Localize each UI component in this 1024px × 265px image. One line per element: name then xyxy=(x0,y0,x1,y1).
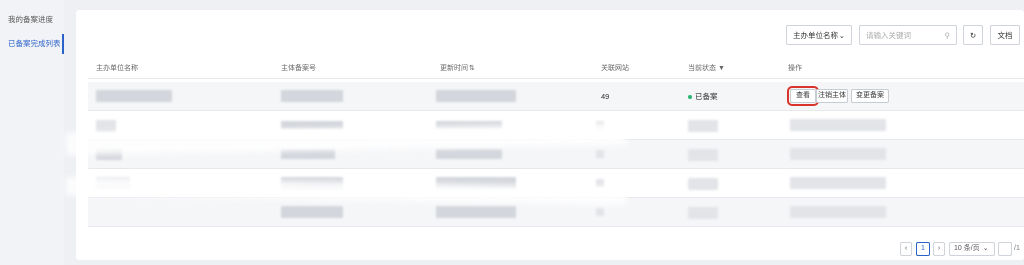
chevron-down-icon: ⌄ xyxy=(838,30,845,40)
column-header-status[interactable]: 当前状态 ▼ xyxy=(688,63,725,73)
redacted-cell xyxy=(596,150,604,158)
column-header-update-time[interactable]: 更新时间⇅ xyxy=(440,63,475,73)
table-row: 49 已备案 查看 注销主体 变更备案 xyxy=(88,82,1024,110)
column-header-org-name: 主办单位名称 xyxy=(96,65,138,72)
header-divider xyxy=(88,78,1024,79)
redacted-cell xyxy=(688,120,718,132)
total-pages: /1 xyxy=(1014,245,1020,252)
redacted-actions xyxy=(790,177,886,189)
sidebar-item-progress[interactable]: 我的备案进度 xyxy=(0,10,64,30)
filter-field-label: 主办单位名称 xyxy=(793,30,838,40)
redacted-cell xyxy=(596,208,604,216)
view-button[interactable]: 查看 xyxy=(787,86,819,106)
redacted-cell xyxy=(688,207,718,219)
sidebar: 我的备案进度 已备案完成列表 xyxy=(0,0,64,265)
redacted-org-name xyxy=(96,90,172,102)
next-page-button[interactable]: › xyxy=(933,242,945,256)
search-placeholder: 请输入关键词 xyxy=(866,30,911,40)
filter-field-select[interactable]: 主办单位名称 ⌄ xyxy=(786,25,852,45)
sort-icon[interactable]: ⇅ xyxy=(469,65,475,72)
column-header-filing-number: 主体备案号 xyxy=(281,65,316,72)
status-badge: 已备案 xyxy=(688,91,718,102)
redacted-cell xyxy=(281,206,343,218)
status-dot-icon xyxy=(688,95,692,100)
change-filing-button[interactable]: 变更备案 xyxy=(851,89,889,103)
column-header-actions: 操作 xyxy=(788,65,802,72)
current-page[interactable]: 1 xyxy=(916,242,930,256)
redacted-cell xyxy=(436,149,502,159)
status-text: 已备案 xyxy=(695,92,718,101)
page-size-label: 10 条/页 xyxy=(954,245,980,252)
row-divider xyxy=(88,226,1024,227)
redacted-actions xyxy=(790,148,886,160)
filter-icon[interactable]: ▼ xyxy=(718,65,725,72)
search-input[interactable]: 请输入关键词 ⚲ xyxy=(859,25,957,45)
redacted-update-time xyxy=(436,90,516,102)
search-icon[interactable]: ⚲ xyxy=(945,31,951,40)
refresh-icon: ↻ xyxy=(969,30,977,40)
column-header-linked-sites: 关联网站 xyxy=(601,65,629,72)
redacted-actions xyxy=(790,119,886,131)
page-jump-input[interactable] xyxy=(998,242,1012,256)
redacted-cell xyxy=(436,206,516,218)
linked-sites-count: 49 xyxy=(601,92,610,101)
redacted-actions xyxy=(790,206,886,218)
sidebar-item-completed-list[interactable]: 已备案完成列表 xyxy=(0,34,64,54)
refresh-button[interactable]: ↻ xyxy=(963,25,983,45)
chevron-down-icon: ⌄ xyxy=(982,245,989,252)
redacted-cell xyxy=(688,149,718,161)
redacted-filing-number xyxy=(281,90,343,102)
redacted-cell xyxy=(96,120,116,132)
main-panel: 主办单位名称 ⌄ 请输入关键词 ⚲ ↻ 文档 主办单位名称 主体备案号 更新时间… xyxy=(65,10,1024,260)
status-header-label: 当前状态 xyxy=(688,65,716,72)
document-button[interactable]: 文档 xyxy=(990,25,1020,45)
prev-page-button[interactable]: ‹ xyxy=(900,242,912,256)
update-time-label: 更新时间 xyxy=(440,65,468,72)
page-size-select[interactable]: 10 条/页 ⌄ xyxy=(949,242,995,256)
cancel-entity-button[interactable]: 注销主体 xyxy=(816,89,848,103)
redacted-cell xyxy=(688,178,718,190)
